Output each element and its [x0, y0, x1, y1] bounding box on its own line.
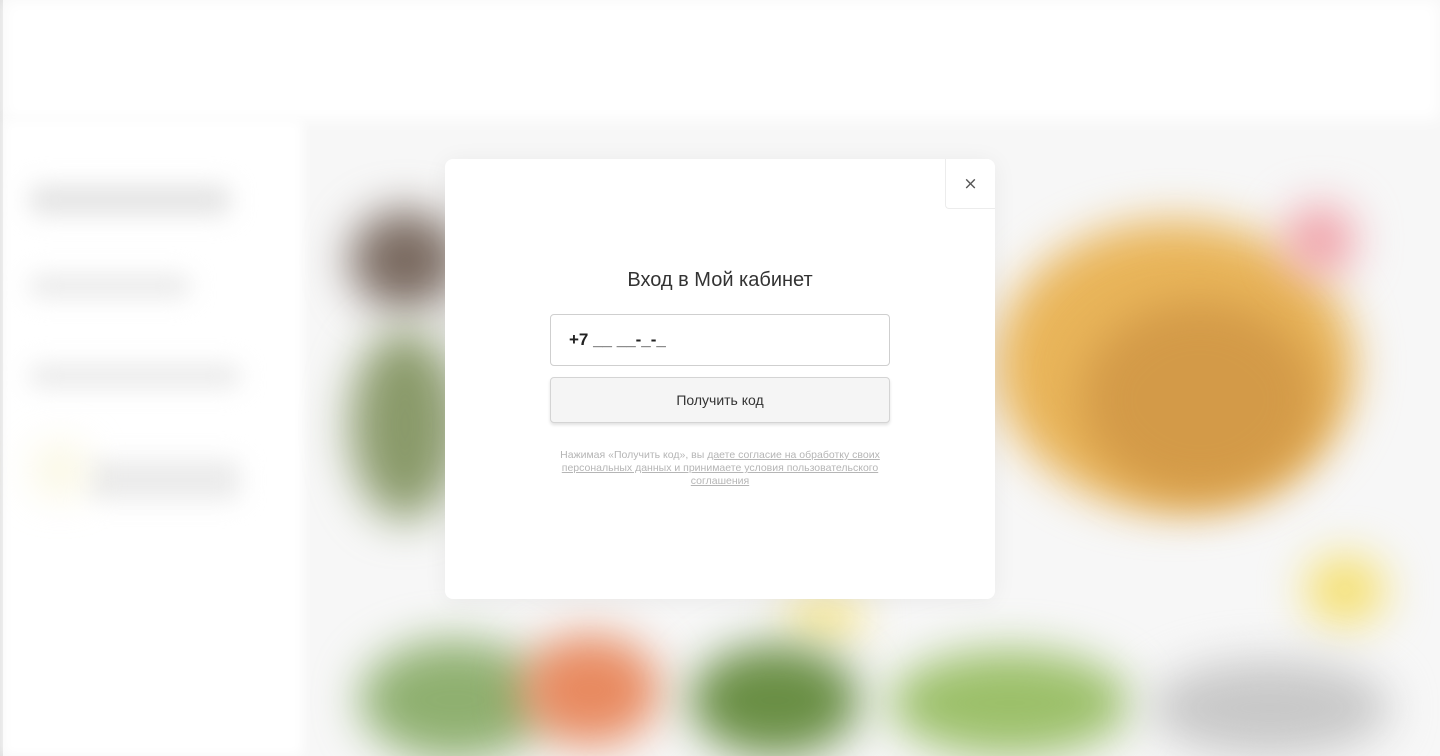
blurred-food-image [690, 645, 860, 756]
close-icon[interactable]: × [963, 174, 977, 194]
consent-prefix: Нажимая «Получить код», вы [560, 449, 708, 461]
blurred-food-image [1150, 660, 1390, 756]
blurred-food-image [890, 650, 1130, 756]
blurred-food-image [1080, 300, 1320, 500]
consent-text: Нажимая «Получить код», вы даете согласи… [560, 449, 880, 488]
login-modal: × Вход в Мой кабинет Получить код Нажима… [445, 159, 995, 599]
phone-input[interactable] [550, 314, 890, 366]
get-code-button[interactable]: Получить код [550, 377, 890, 423]
blurred-sidebar-block [30, 185, 230, 215]
close-button[interactable]: × [945, 159, 995, 209]
blurred-sidebar-block [30, 365, 240, 387]
blurred-food-image [350, 210, 460, 310]
modal-title: Вход в Мой кабинет [627, 269, 813, 291]
blurred-header [3, 0, 1440, 120]
blurred-red-badge [1285, 205, 1355, 275]
blurred-food-image [520, 635, 660, 745]
blurred-food-image [350, 330, 460, 520]
blurred-yellow-button [1305, 555, 1385, 625]
blurred-sidebar-block [30, 275, 190, 297]
blurred-yellow-dot [40, 450, 80, 490]
blurred-sidebar [3, 120, 303, 756]
blurred-yellow-button [785, 600, 865, 635]
blurred-sidebar-block [90, 460, 240, 500]
